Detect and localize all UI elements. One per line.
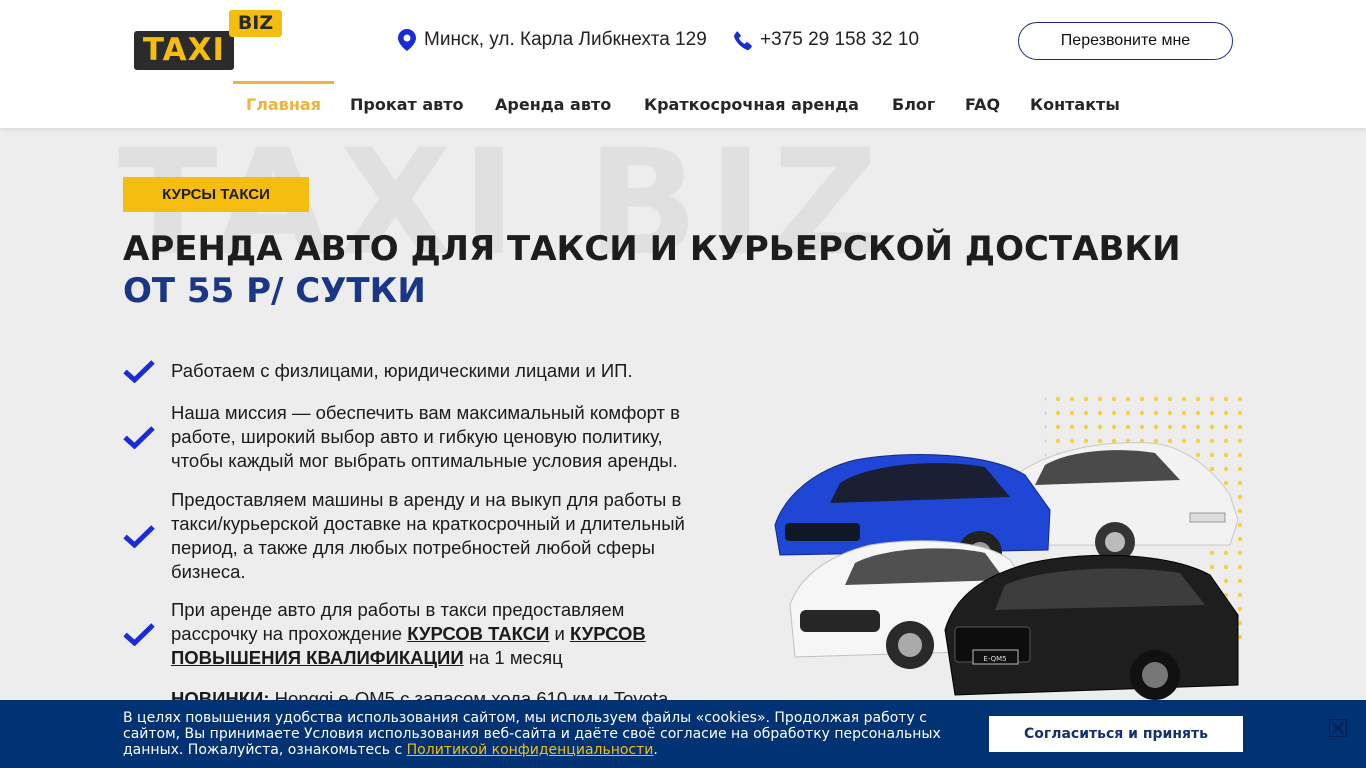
price-subtitle: ОТ 55 Р/ СУТКИ [123,271,426,311]
nav-item-contacts[interactable]: Контакты [1030,81,1120,128]
feature-text: Наша миссия — обеспечить вам максимальны… [171,402,680,471]
nav-item-faq[interactable]: FAQ [965,81,1000,128]
address-info: Минск, ул. Карла Либкнехта 129 [398,28,707,52]
cars-illustration: E-QM5 [774,395,1243,700]
accept-cookies-button[interactable]: Согласиться и принять [989,716,1243,752]
top-header: TAXI BIZ Минск, ул. Карла Либкнехта 129 … [0,0,1366,81]
callback-button[interactable]: Перезвоните мне [1018,22,1233,60]
check-icon [123,623,155,646]
nav-item-blog[interactable]: Блог [892,81,935,128]
logo-biz-text: BIZ [237,12,274,34]
feature-text: Работаем с физлицами, юридическими лицам… [171,360,633,381]
taxi-courses-badge[interactable]: КУРСЫ ТАКСИ [123,177,309,212]
address-text: Минск, ул. Карла Либкнехта 129 [424,29,707,50]
close-icon[interactable] [1329,719,1347,737]
logo-taxi-text: TAXI [142,32,226,68]
list-item: Работаем с физлицами, юридическими лицам… [123,358,723,384]
feature-text: При аренде авто для работы в такси предо… [171,598,671,670]
taxi-biz-logo[interactable]: TAXI BIZ [134,10,284,72]
page-title: АРЕНДА АВТО ДЛЯ ТАКСИ И КУРЬЕРСКОЙ ДОСТА… [123,229,1181,269]
car-plate-text: E-QM5 [983,655,1006,663]
taxi-courses-link[interactable]: КУРСОВ ТАКСИ [407,623,549,644]
phone-icon [734,30,752,50]
check-icon [123,360,155,383]
phone-info[interactable]: +375 29 158 32 10 [734,28,919,52]
phone-number[interactable]: +375 29 158 32 10 [760,29,919,51]
privacy-policy-link[interactable]: Политикой конфиденциальности [407,742,654,758]
cookie-banner: В целях повышения удобства использования… [0,700,1366,768]
feature-text: Предоставляем машины в аренду и на выкуп… [171,489,685,582]
list-item: Предоставляем машины в аренду и на выкуп… [123,488,723,584]
check-icon [123,426,155,449]
cookie-text: В целях повышения удобства использования… [123,710,963,758]
feature-text-part: и [549,623,570,644]
feature-text-part: на 1 месяц [463,647,563,668]
list-item: Наша миссия — обеспечить вам максимальны… [123,401,723,473]
list-item: При аренде авто для работы в такси предо… [123,598,723,670]
check-icon [123,525,155,548]
map-pin-icon [398,29,416,51]
cookie-suffix: . [653,742,658,758]
